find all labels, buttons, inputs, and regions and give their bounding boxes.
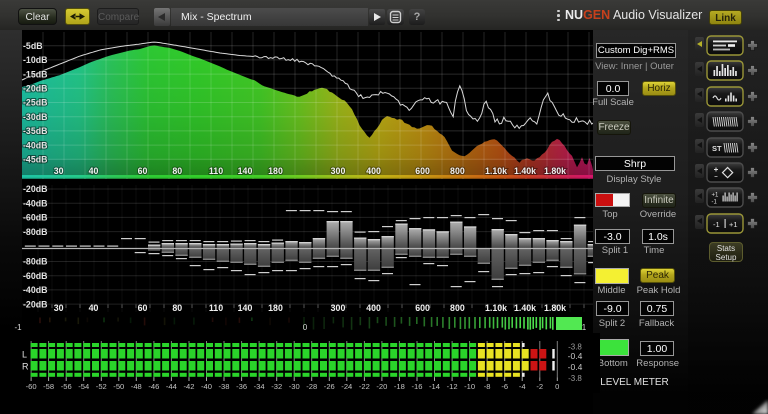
svg-text:-16: -16 xyxy=(412,382,423,391)
svg-text:110: 110 xyxy=(209,303,223,313)
svg-text:180: 180 xyxy=(268,166,283,176)
svg-text:-48: -48 xyxy=(131,382,142,391)
svg-text:-80dB: -80dB xyxy=(23,257,47,267)
svg-text:-28: -28 xyxy=(306,382,317,391)
svg-text:40: 40 xyxy=(89,166,99,176)
svg-text:-30: -30 xyxy=(289,382,300,391)
svg-text:-44: -44 xyxy=(166,382,177,391)
svg-text:110: 110 xyxy=(209,166,223,176)
svg-text:-40dB: -40dB xyxy=(23,285,47,295)
svg-text:1.40k: 1.40k xyxy=(514,303,536,313)
svg-text:-32: -32 xyxy=(271,382,282,391)
svg-text:-34: -34 xyxy=(254,382,265,391)
svg-text:-4: -4 xyxy=(519,382,526,391)
svg-text:-6: -6 xyxy=(501,382,508,391)
svg-text:60: 60 xyxy=(138,166,148,176)
svg-text:800: 800 xyxy=(450,303,465,313)
svg-text:80: 80 xyxy=(172,303,182,313)
svg-text:-60dB: -60dB xyxy=(23,213,47,223)
svg-text:1.80k: 1.80k xyxy=(544,303,566,313)
svg-text:ST: ST xyxy=(712,144,722,153)
svg-text:0: 0 xyxy=(303,323,308,332)
svg-text:-46: -46 xyxy=(148,382,159,391)
svg-text:40: 40 xyxy=(89,303,99,313)
svg-text:-15dB: -15dB xyxy=(23,69,47,79)
svg-text:-20dB: -20dB xyxy=(23,184,47,194)
svg-text:L: L xyxy=(22,350,27,360)
svg-text:-56: -56 xyxy=(61,382,72,391)
svg-text:140: 140 xyxy=(238,166,253,176)
svg-text:-58: -58 xyxy=(43,382,54,391)
svg-text:-10dB: -10dB xyxy=(23,55,47,65)
svg-text:-20: -20 xyxy=(376,382,387,391)
svg-text:-54: -54 xyxy=(78,382,89,391)
svg-text:R: R xyxy=(22,362,29,372)
svg-text:-38: -38 xyxy=(219,382,230,391)
svg-text:-8: -8 xyxy=(484,382,491,391)
svg-text:-22: -22 xyxy=(359,382,370,391)
svg-text:-5dB: -5dB xyxy=(23,41,43,51)
svg-text:-25dB: -25dB xyxy=(23,98,47,108)
svg-text:+1: +1 xyxy=(729,220,738,229)
svg-text:180: 180 xyxy=(268,303,283,313)
svg-text:1: 1 xyxy=(582,323,587,332)
svg-text:-60dB: -60dB xyxy=(23,271,47,281)
svg-text:1.40k: 1.40k xyxy=(514,166,536,176)
svg-text:800: 800 xyxy=(450,166,465,176)
svg-text:-20dB: -20dB xyxy=(23,84,47,94)
svg-text:-0.4: -0.4 xyxy=(568,351,583,361)
svg-text:-45dB: -45dB xyxy=(23,155,47,165)
svg-text:+1: +1 xyxy=(712,193,720,199)
svg-text:140: 140 xyxy=(238,303,253,313)
svg-text:-3.8: -3.8 xyxy=(568,374,582,383)
svg-text:1.10k: 1.10k xyxy=(485,166,507,176)
svg-text:-12: -12 xyxy=(447,382,458,391)
svg-text:-30dB: -30dB xyxy=(23,112,47,122)
svg-text:-2: -2 xyxy=(536,382,543,391)
svg-text:-40dB: -40dB xyxy=(23,140,47,150)
svg-text:-0.4: -0.4 xyxy=(568,362,583,372)
svg-text:-10: -10 xyxy=(464,382,475,391)
svg-text:-14: -14 xyxy=(429,382,440,391)
svg-text:0: 0 xyxy=(555,382,559,391)
svg-text:30: 30 xyxy=(54,166,64,176)
svg-text:-1: -1 xyxy=(712,200,718,206)
svg-text:-40: -40 xyxy=(201,382,212,391)
svg-text:-24: -24 xyxy=(341,382,352,391)
svg-text:-50: -50 xyxy=(113,382,124,391)
svg-text:-80dB: -80dB xyxy=(23,227,47,237)
svg-text:400: 400 xyxy=(366,303,381,313)
svg-text:-1: -1 xyxy=(713,220,720,229)
svg-text:60: 60 xyxy=(138,303,148,313)
svg-text:-36: -36 xyxy=(236,382,247,391)
svg-text:-18: -18 xyxy=(394,382,405,391)
svg-text:-52: -52 xyxy=(96,382,107,391)
svg-text:-42: -42 xyxy=(184,382,195,391)
svg-text:300: 300 xyxy=(331,166,346,176)
svg-text:-1: -1 xyxy=(14,323,22,332)
svg-text:-35dB: -35dB xyxy=(23,126,47,136)
svg-text:30: 30 xyxy=(54,303,64,313)
svg-text:-40dB: -40dB xyxy=(23,198,47,208)
svg-text:600: 600 xyxy=(415,166,430,176)
svg-text:1.80k: 1.80k xyxy=(544,166,566,176)
svg-text:600: 600 xyxy=(415,303,430,313)
svg-text:400: 400 xyxy=(366,166,381,176)
svg-text:-60: -60 xyxy=(26,382,37,391)
svg-text:-20dB: -20dB xyxy=(23,299,47,309)
svg-text:80: 80 xyxy=(172,166,182,176)
svg-text:300: 300 xyxy=(331,303,346,313)
svg-text:-26: -26 xyxy=(324,382,335,391)
svg-text:1.10k: 1.10k xyxy=(485,303,507,313)
